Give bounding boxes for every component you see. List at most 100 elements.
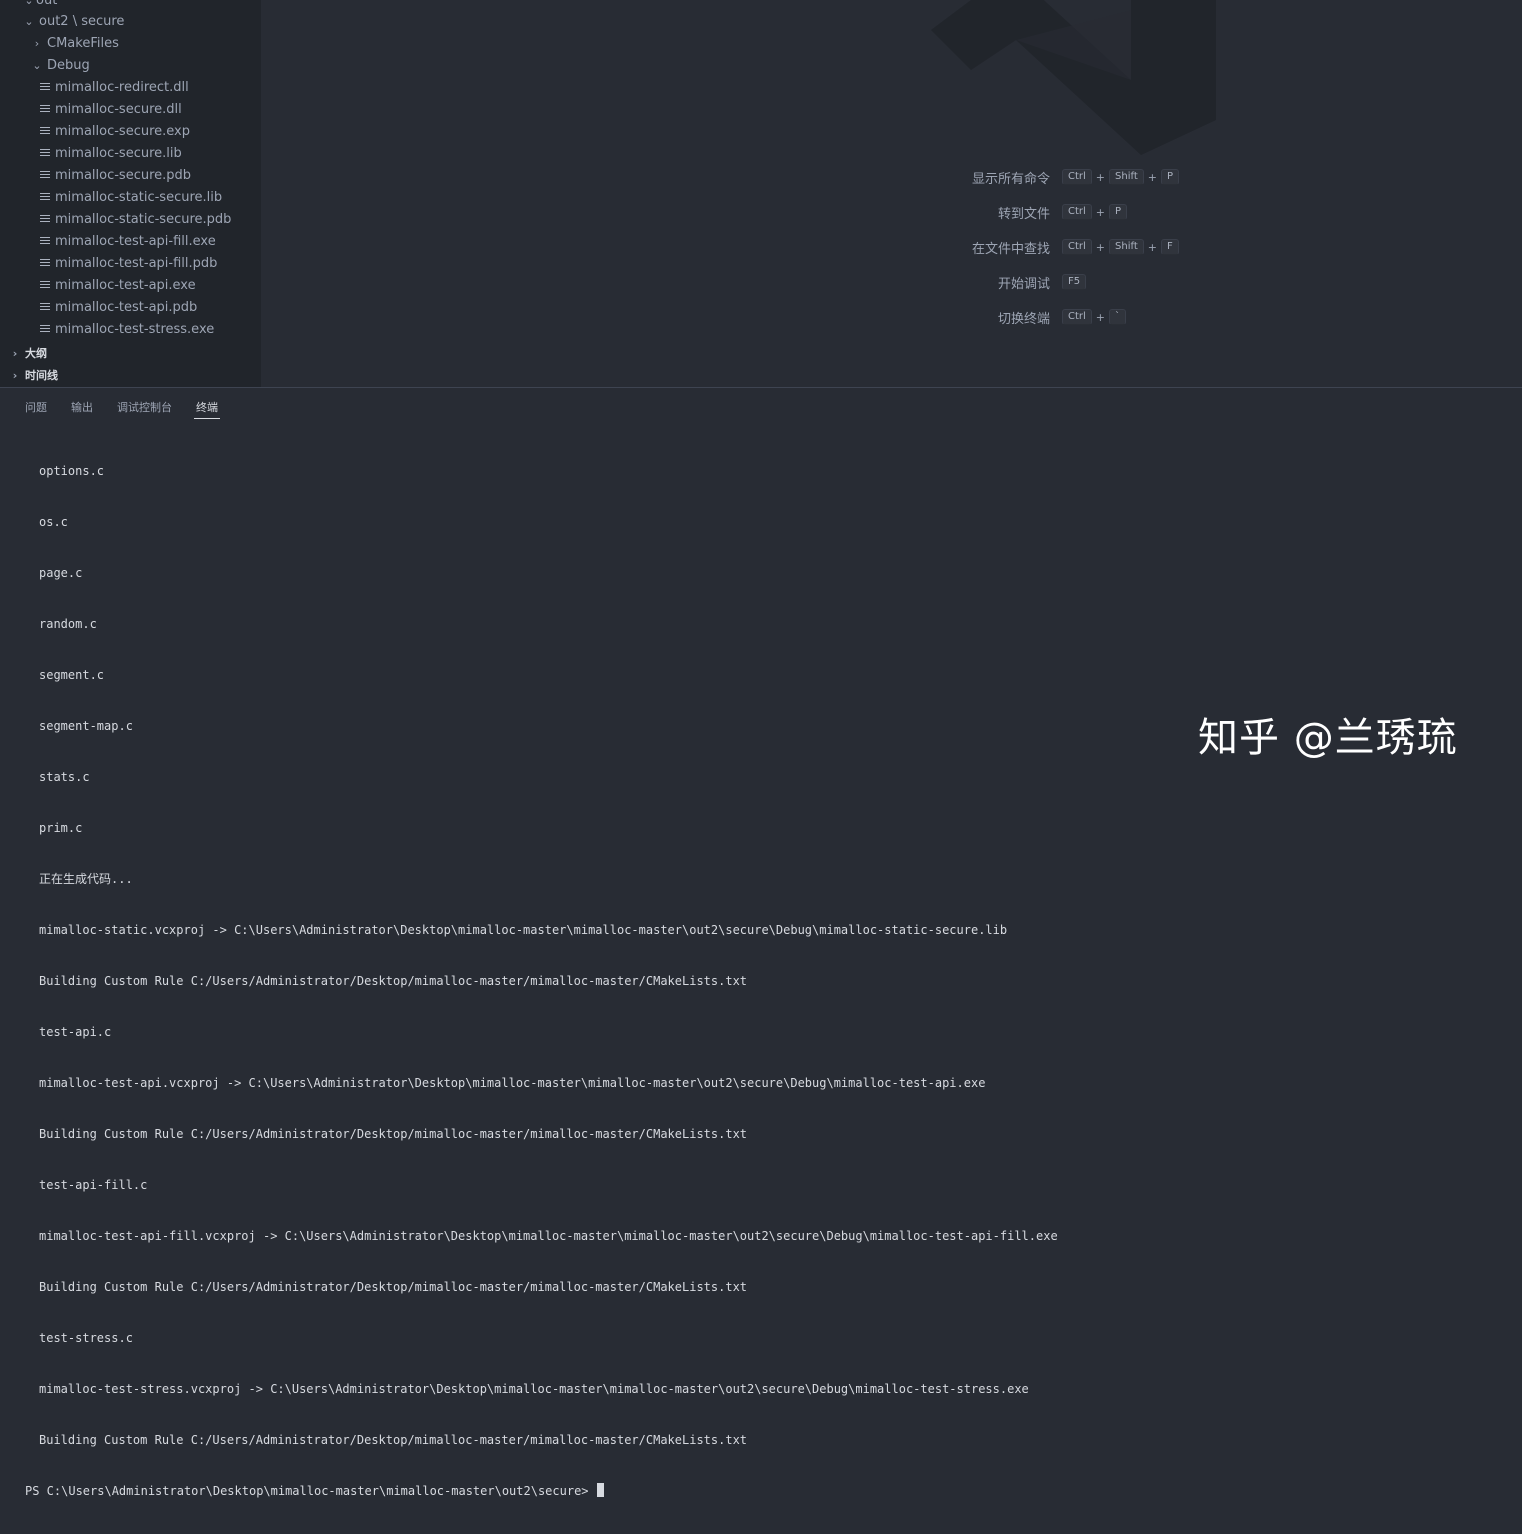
section-label: 时间线 [25,369,58,382]
workbench-top: ⌄ out ⌄ out2 \ secure › CMakeFiles ⌄ Deb… [0,0,1522,387]
section-outline[interactable]: › 大纲 [0,342,261,364]
terminal-cursor [596,1483,604,1497]
panel-tabs: 问题 输出 调试控制台 终端 [0,388,1522,424]
terminal-line: options.c [39,464,105,478]
tree-file-label: mimalloc-secure.exp [55,123,190,139]
welcome-command-row: 在文件中查找 Ctrl + Shift + F [261,238,1522,257]
terminal-line: Building Custom Rule C:/Users/Administra… [39,1433,748,1447]
tree-file[interactable]: mimalloc-static-secure.lib [0,186,261,208]
command-label: 切换终端 [997,311,1050,327]
tree-file[interactable]: mimalloc-test-api.pdb [0,296,261,318]
tree-file-label: mimalloc-test-api.pdb [55,299,198,315]
tree-file[interactable]: mimalloc-secure.lib [0,142,261,164]
tree-file-label: mimalloc-secure.pdb [55,167,192,183]
keybinding: F5 [1062,274,1087,290]
file-icon [40,302,50,312]
watermark-text: 知乎 @兰琇琉 [1198,715,1458,761]
file-icon [40,126,50,136]
tree-folder-label: out [36,0,58,8]
tree-file[interactable]: mimalloc-test-api-fill.exe [0,230,261,252]
welcome-command-row: 转到文件 Ctrl + P [261,203,1522,222]
tab-terminal[interactable]: 终端 [194,399,220,419]
file-icon [40,82,50,92]
welcome-command-row: 开始调试 F5 [261,273,1522,292]
terminal-line: os.c [39,515,68,529]
keybinding: Ctrl + ` [1062,309,1127,325]
tree-file[interactable]: mimalloc-test-stress.exe [0,318,261,340]
tree-file-label: mimalloc-secure.lib [55,145,182,161]
command-label: 显示所有命令 [971,171,1050,187]
file-icon [40,104,50,114]
file-icon [40,324,50,334]
terminal-line: prim.c [39,821,83,835]
terminal-prompt-line[interactable]: PS C:\Users\Administrator\Desktop\mimall… [25,1483,1505,1500]
section-timeline[interactable]: › 时间线 [0,364,261,386]
chevron-right-icon: › [12,346,18,360]
keybinding: Ctrl + P [1062,204,1128,220]
vscode-logo-icon [931,0,1216,155]
key-cap: ` [1109,309,1127,325]
chevron-right-icon: › [34,36,40,50]
tree-file[interactable]: mimalloc-secure.pdb [0,164,261,186]
terminal-line: Building Custom Rule C:/Users/Administra… [39,1280,748,1294]
keybinding: Ctrl + Shift + P [1062,169,1179,185]
tree-file-label: mimalloc-test-api-fill.exe [55,233,216,249]
tree-folder-label: CMakeFiles [47,35,119,51]
terminal-line: test-stress.c [39,1331,133,1345]
terminal-line: page.c [39,566,83,580]
key-cap: P [1109,204,1128,220]
key-cap: Ctrl [1062,204,1092,220]
key-cap: Ctrl [1062,169,1092,185]
file-icon [40,280,50,290]
tree-file[interactable]: mimalloc-static-secure.pdb [0,208,261,230]
key-cap: P [1160,169,1179,185]
file-icon [40,214,50,224]
terminal-line: mimalloc-test-stress.vcxproj -> C:\Users… [39,1382,1029,1396]
tree-file[interactable]: mimalloc-secure.exp [0,120,261,142]
tab-problems[interactable]: 问题 [25,399,47,415]
tree-file[interactable]: mimalloc-test-api.exe [0,274,261,296]
command-label: 开始调试 [997,276,1050,292]
tree-file-label: mimalloc-static-secure.pdb [55,211,232,227]
tree-file-label: mimalloc-test-api-fill.pdb [55,255,218,271]
welcome-command-row: 切换终端 Ctrl + ` [261,308,1522,327]
tree-folder-out2-secure[interactable]: ⌄ out2 \ secure [0,10,261,32]
tree-file-label: mimalloc-test-stress.exe [55,321,215,337]
terminal-line: Building Custom Rule C:/Users/Administra… [39,974,748,988]
terminal-line: mimalloc-test-api-fill.vcxproj -> C:\Use… [39,1229,1058,1243]
key-cap: F [1160,239,1179,255]
chevron-down-icon: ⌄ [24,0,34,7]
tree-file[interactable]: mimalloc-test-api-fill.pdb [0,252,261,274]
key-cap: Shift [1109,239,1144,255]
tree-folder-label: Debug [47,57,90,73]
file-icon [40,148,50,158]
tree-file-label: mimalloc-test-api.exe [55,277,196,293]
terminal-line: test-api-fill.c [39,1178,148,1192]
tree-folder-cmakefiles[interactable]: › CMakeFiles [0,32,261,54]
tree-file-label: mimalloc-secure.dll [55,101,182,117]
chevron-down-icon: ⌄ [32,58,42,72]
tree-file-label: mimalloc-redirect.dll [55,79,189,95]
terminal-line: mimalloc-test-api.vcxproj -> C:\Users\Ad… [39,1076,986,1090]
explorer-sidebar: ⌄ out ⌄ out2 \ secure › CMakeFiles ⌄ Deb… [0,0,261,387]
tab-output[interactable]: 输出 [71,399,93,415]
tree-folder-debug[interactable]: ⌄ Debug [0,54,261,76]
terminal-output[interactable]: options.c os.c page.c random.c segment.c… [25,429,1505,1534]
key-cap: Ctrl [1062,309,1092,325]
terminal-line: random.c [39,617,97,631]
tree-file-label: mimalloc-static-secure.lib [55,189,223,205]
file-icon [40,236,50,246]
tree-file[interactable]: mimalloc-secure.dll [0,98,261,120]
tab-debug-console[interactable]: 调试控制台 [117,399,172,415]
terminal-line: segment.c [39,668,105,682]
bottom-panel: 问题 输出 调试控制台 终端 options.c os.c page.c ran… [0,388,1522,1498]
welcome-command-row: 显示所有命令 Ctrl + Shift + P [261,168,1522,187]
terminal-line: test-api.c [39,1025,112,1039]
terminal-line: Building Custom Rule C:/Users/Administra… [39,1127,748,1141]
keybinding: Ctrl + Shift + F [1062,239,1179,255]
file-icon [40,192,50,202]
tree-folder-label: out2 \ secure [39,13,125,29]
file-icon [40,170,50,180]
command-label: 转到文件 [997,206,1050,222]
tree-file[interactable]: mimalloc-redirect.dll [0,76,261,98]
